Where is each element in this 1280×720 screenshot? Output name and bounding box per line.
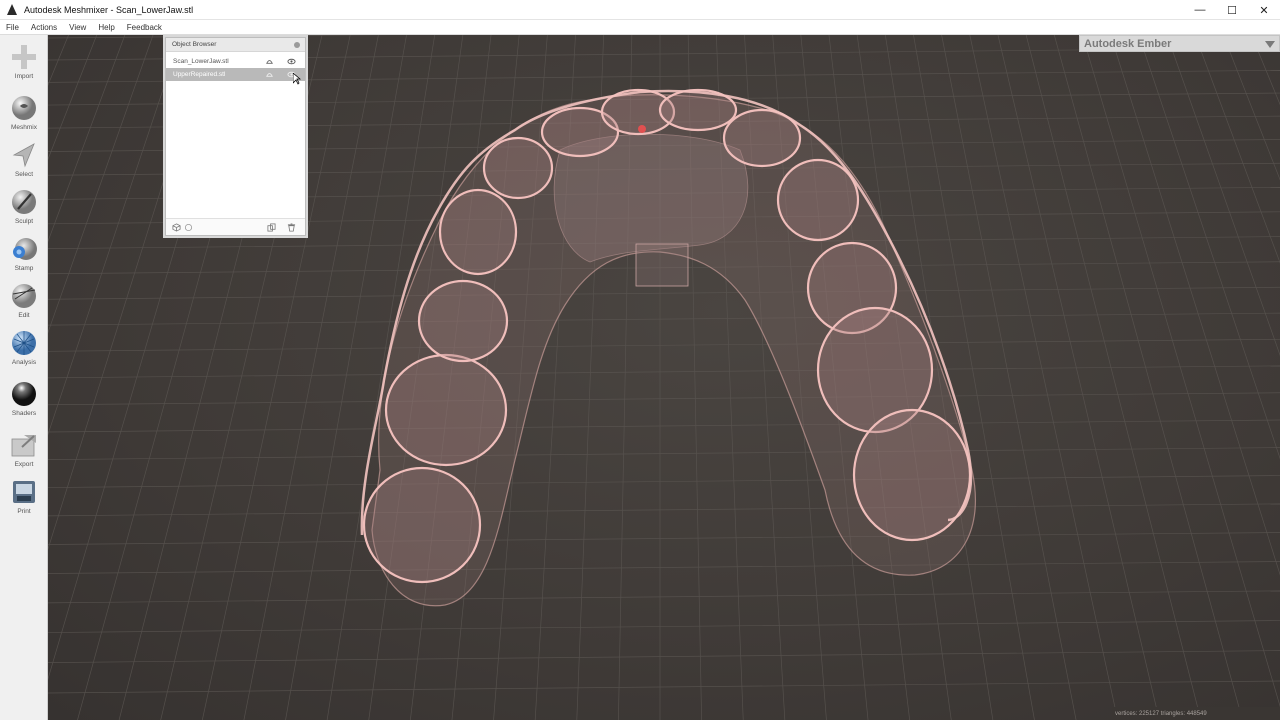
selection-marker[interactable] — [638, 125, 646, 133]
analysis-sphere-icon — [12, 331, 36, 355]
minimize-button[interactable]: — — [1184, 0, 1216, 20]
object-browser-title: Object Browser — [172, 41, 217, 48]
mouse-cursor-icon — [293, 73, 301, 85]
chevron-down-icon[interactable] — [1265, 41, 1275, 48]
object-row-scan-lowerjaw[interactable]: Scan_LowerJaw.stl — [166, 55, 305, 68]
tooth-molar-left-1 — [362, 466, 482, 584]
tooth-canine-left — [482, 136, 554, 200]
object-name: Scan_LowerJaw.stl — [173, 58, 229, 65]
tool-label-select: Select — [14, 171, 34, 178]
tooth-molar-left-2 — [384, 353, 508, 467]
tool-sculpt[interactable]: Sculpt — [0, 184, 48, 230]
tool-edit[interactable]: Edit — [0, 278, 48, 324]
menu-feedback[interactable]: Feedback — [121, 23, 168, 32]
tool-label-shaders: Shaders — [11, 410, 37, 417]
object-browser-panel: Object Browser Scan_LowerJaw.stl UpperRe… — [165, 37, 306, 236]
tool-shaders[interactable]: Shaders — [0, 376, 48, 422]
mesh-stats-text: vertices: 225127 triangles: 448549 — [1115, 710, 1207, 717]
menu-file[interactable]: File — [0, 23, 25, 32]
tool-stamp[interactable]: Stamp — [0, 231, 48, 277]
print-icon — [13, 481, 35, 503]
tool-label-analysis: Analysis — [11, 359, 37, 366]
tooth-molar-right-1 — [852, 408, 972, 542]
object-row-upperrepaired[interactable]: UpperRepaired.stl — [166, 68, 305, 85]
tool-label-meshmix: Meshmix — [10, 124, 37, 131]
tooth-canine-right — [776, 158, 860, 242]
trash-icon[interactable] — [287, 223, 296, 232]
select-arrow-icon — [12, 143, 35, 168]
menu-bar: File Actions View Help Feedback — [0, 20, 1280, 35]
sculpt-brush-icon — [12, 190, 36, 214]
eye-icon[interactable] — [287, 57, 296, 66]
window-controls: — ☐ ✕ — [1184, 0, 1280, 20]
tool-label-export: Export — [14, 461, 34, 468]
refresh-icon[interactable] — [184, 223, 193, 232]
meshmixer-app-icon — [6, 3, 18, 16]
tool-label-print: Print — [17, 508, 31, 515]
tooth-premolar-left-1 — [417, 279, 509, 363]
tool-print[interactable]: Print — [0, 474, 48, 520]
lock-icon[interactable] — [265, 70, 274, 79]
tool-export[interactable]: Export — [0, 427, 48, 473]
tool-select[interactable]: Select — [0, 137, 48, 183]
maximize-button[interactable]: ☐ — [1216, 0, 1248, 20]
tooth-premolar-left-2 — [438, 188, 518, 276]
menu-help[interactable]: Help — [92, 23, 120, 32]
cube-icon[interactable] — [172, 223, 181, 232]
lock-icon[interactable] — [265, 57, 274, 66]
meshmix-sphere-icon — [12, 96, 36, 120]
object-browser-close-icon[interactable] — [294, 42, 300, 48]
duplicate-icon[interactable] — [267, 223, 276, 232]
palate-patch — [635, 243, 689, 287]
import-plus-icon — [12, 45, 36, 69]
edit-sphere-icon — [12, 284, 36, 308]
tool-label-sculpt: Sculpt — [14, 218, 34, 225]
printer-panel[interactable]: Autodesk Ember — [1079, 35, 1280, 52]
title-bar: Autodesk Meshmixer - Scan_LowerJaw.stl —… — [0, 0, 1280, 20]
tool-import[interactable]: Import — [0, 39, 48, 85]
menu-actions[interactable]: Actions — [25, 23, 63, 32]
tool-label-stamp: Stamp — [14, 265, 34, 272]
tool-label-edit: Edit — [18, 312, 30, 319]
menu-view[interactable]: View — [63, 23, 92, 32]
printer-panel-title: Autodesk Ember — [1084, 37, 1172, 50]
tool-analysis[interactable]: Analysis — [0, 325, 48, 371]
close-button[interactable]: ✕ — [1248, 0, 1280, 20]
export-folder-icon — [11, 435, 36, 457]
stamp-icon — [13, 238, 37, 260]
tool-meshmix[interactable]: Meshmix — [0, 90, 48, 136]
shaders-sphere-icon — [12, 382, 36, 406]
left-toolbar: Import Meshmix Select Sculpt Stamp Edit … — [0, 35, 48, 720]
object-browser-footer — [166, 218, 305, 235]
object-browser-header[interactable]: Object Browser — [166, 38, 305, 52]
mesh-stats: vertices: 225127 triangles: 448549 — [1112, 707, 1280, 720]
tool-label-import: Import — [14, 73, 34, 80]
window-title: Autodesk Meshmixer - Scan_LowerJaw.stl — [24, 4, 194, 15]
object-name: UpperRepaired.stl — [173, 71, 226, 78]
